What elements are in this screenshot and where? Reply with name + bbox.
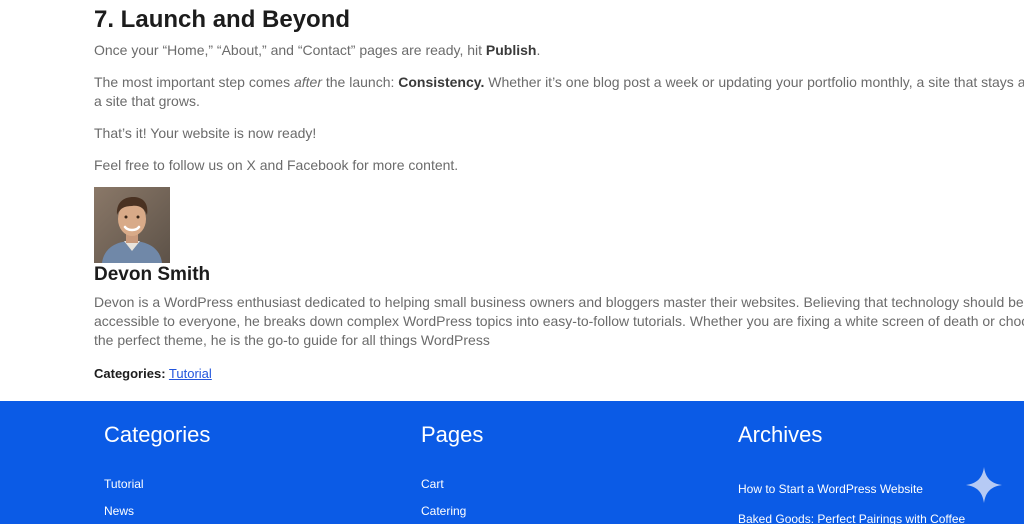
consistency-paragraph: The most important step comes after the …: [94, 73, 1024, 111]
publish-text: Once your “Home,” “About,” and “Contact”…: [94, 42, 486, 58]
author-bio-line: the perfect theme, he is the go-to guide…: [94, 332, 490, 348]
post-category-link-tutorial[interactable]: Tutorial: [169, 366, 212, 381]
footer-category-link[interactable]: News: [104, 504, 134, 518]
consistency-text-4: a site that grows.: [94, 93, 200, 109]
consistency-text-2: the launch:: [321, 74, 399, 90]
section-heading: 7. Launch and Beyond: [94, 6, 351, 33]
footer-pages-title: Pages: [421, 422, 484, 447]
footer-category-link[interactable]: Tutorial: [104, 477, 144, 491]
footer-archive-link[interactable]: Baked Goods: Perfect Pairings with Coffe…: [738, 512, 965, 524]
footer-archive-link[interactable]: How to Start a WordPress Website: [738, 482, 923, 496]
consistency-bold: Consistency.: [398, 74, 485, 90]
page: 7. Launch and Beyond Once your “Home,” “…: [0, 0, 1024, 524]
footer-page-link[interactable]: Catering: [421, 504, 466, 518]
publish-bold: Publish: [485, 42, 537, 58]
post-categories-label: Categories:: [94, 366, 166, 381]
sparkle-icon: [966, 467, 1002, 503]
ready-paragraph: That’s it! Your website is now ready!: [94, 125, 317, 141]
article-content: 7. Launch and Beyond Once your “Home,” “…: [94, 0, 1024, 381]
publish-paragraph: Once your “Home,” “About,” and “Contact”…: [94, 41, 540, 60]
author-bio: Devon is a WordPress enthusiast dedicate…: [94, 293, 1024, 350]
author-name: Devon Smith: [94, 264, 211, 285]
footer-categories-title: Categories: [104, 422, 211, 447]
follow-paragraph: Feel free to follow us on X and Facebook…: [94, 157, 459, 173]
author-bio-line: Devon is a WordPress enthusiast dedicate…: [94, 294, 1024, 310]
publish-period: .: [536, 42, 541, 58]
footer-page-link[interactable]: Cart: [421, 477, 444, 491]
post-categories: Categories: Tutorial: [94, 364, 212, 383]
site-footer: Categories Tutorial News Pages Cart Cate…: [0, 401, 1024, 524]
consistency-text-3: Whether it’s one blog post a week or upd…: [484, 74, 1024, 90]
author-avatar: [94, 187, 170, 263]
footer-archives-title: Archives: [738, 422, 823, 447]
consistency-text-1: The most important step comes: [94, 74, 294, 90]
author-bio-line: accessible to everyone, he breaks down c…: [94, 313, 1024, 329]
consistency-em: after: [293, 74, 322, 90]
